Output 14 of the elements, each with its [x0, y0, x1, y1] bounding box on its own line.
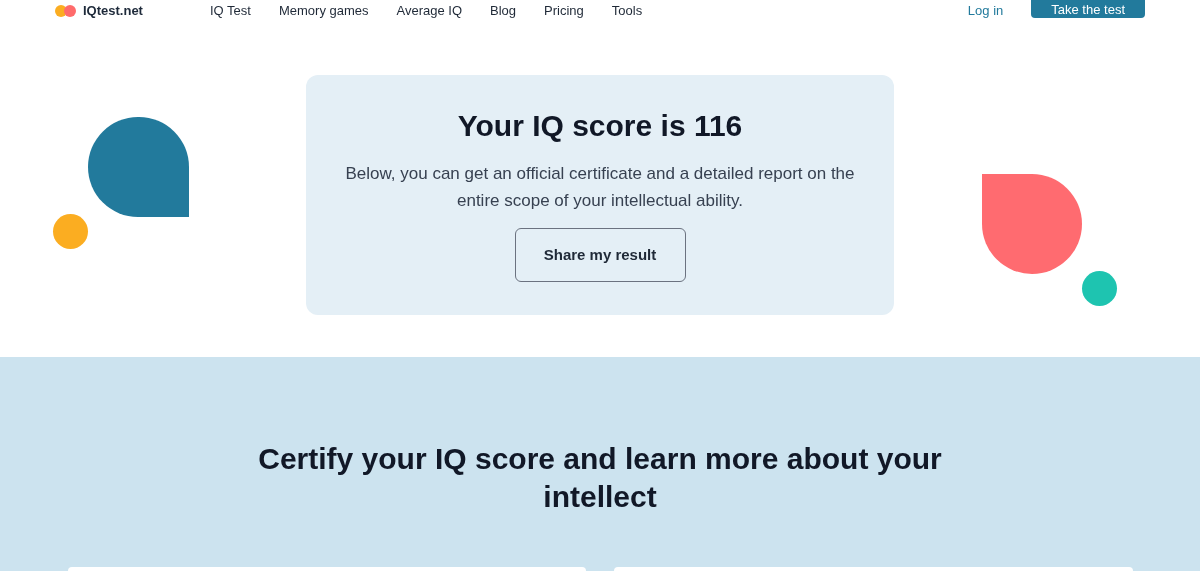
nav-link[interactable]: IQ Test — [210, 1, 251, 21]
logo-text[interactable]: IQtest.net — [83, 1, 143, 21]
score-description: Below, you can get an official certificate and a detailed report on the entire scope of your intellectual ability. — [344, 163, 856, 212]
login-link[interactable]: Log in — [967, 1, 1004, 21]
certify-heading: Certify your IQ score and learn more about your intellect — [257, 441, 943, 515]
nav-link[interactable]: Memory games — [278, 1, 369, 21]
nav-link[interactable]: Tools — [611, 1, 643, 21]
nav-link[interactable]: Pricing — [544, 1, 584, 21]
nav-link[interactable]: Average IQ — [396, 1, 463, 21]
take-test-button[interactable]: Take the test — [1031, 0, 1145, 18]
score-title: Your IQ score is 116 — [457, 108, 743, 144]
logo-icon — [55, 4, 79, 18]
nav-link[interactable]: Blog — [490, 1, 517, 21]
share-button[interactable]: Share my result — [514, 228, 686, 282]
